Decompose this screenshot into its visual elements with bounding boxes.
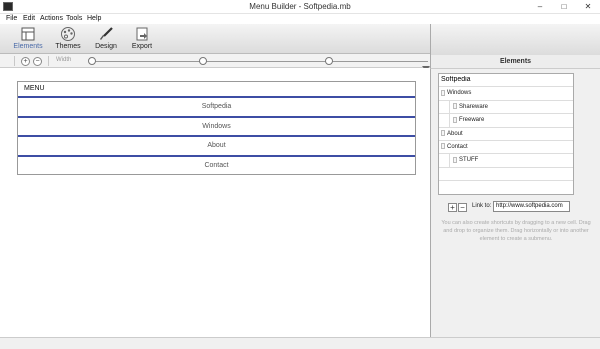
tree-item-label: Freeware <box>459 117 485 124</box>
close-button[interactable]: ✕ <box>576 0 600 13</box>
maximize-button[interactable]: □ <box>552 0 576 13</box>
title-bar: Menu Builder - Softpedia.mb – □ ✕ <box>0 0 600 14</box>
slider-knob-right[interactable] <box>325 57 333 65</box>
nesting-line <box>449 114 450 127</box>
ribbon-export-button[interactable]: Export <box>125 25 159 53</box>
drag-handle-icon[interactable] <box>441 129 445 136</box>
slider-knob-left[interactable] <box>88 57 96 65</box>
tree-item-windows[interactable]: Windows <box>439 87 573 101</box>
tree-item-label: About <box>447 130 463 137</box>
menu-bar: File Edit Actions Tools Help <box>0 14 600 24</box>
drag-handle-icon[interactable] <box>453 156 457 163</box>
tree-item-label: STUFF <box>459 157 479 164</box>
window-title: Menu Builder - Softpedia.mb <box>249 2 351 11</box>
help-text: You can also create shortcuts by draggin… <box>441 220 591 242</box>
remove-element-button[interactable]: − <box>458 203 467 212</box>
ribbon-elements-label: Elements <box>13 43 43 50</box>
link-label: Link to: <box>472 203 492 209</box>
nesting-line <box>449 154 450 167</box>
tree-item-freeware[interactable]: Freeware <box>439 114 573 128</box>
tree-item-label: Contact <box>447 143 468 150</box>
tree-item-contact[interactable]: Contact <box>439 141 573 155</box>
tree-item-edit-field[interactable] <box>441 76 532 83</box>
menu-help[interactable]: Help <box>87 15 101 22</box>
add-element-button[interactable]: + <box>448 203 457 212</box>
zoom-toolbar: + − Width <box>0 54 430 71</box>
zoom-in-button[interactable]: + <box>21 57 30 66</box>
ribbon-toolbar: Elements Themes Design Export <box>0 24 430 54</box>
right-panel-header <box>430 24 600 55</box>
menu-preview-item[interactable]: Softpedia <box>18 98 415 118</box>
ribbon-themes-button[interactable]: Themes <box>51 25 85 53</box>
width-label: Width <box>56 57 72 63</box>
design-canvas: MENU Softpedia Windows About Contact <box>0 68 430 337</box>
menu-preview: MENU Softpedia Windows About Contact <box>17 81 416 175</box>
export-icon <box>136 27 148 41</box>
elements-panel: Windows Shareware Freeware About Contact… <box>430 69 600 337</box>
menu-file[interactable]: File <box>6 15 17 22</box>
menu-preview-item[interactable]: Windows <box>18 118 415 137</box>
menu-edit[interactable]: Edit <box>23 15 35 22</box>
ribbon-design-button[interactable]: Design <box>89 25 123 53</box>
elements-tree: Windows Shareware Freeware About Contact… <box>438 73 574 195</box>
ribbon-export-label: Export <box>131 43 153 50</box>
ribbon-design-label: Design <box>95 43 117 50</box>
tree-item-about[interactable]: About <box>439 128 573 141</box>
drag-handle-icon[interactable] <box>453 103 457 110</box>
drag-handle-icon[interactable] <box>441 89 445 96</box>
ribbon-elements-button[interactable]: Elements <box>11 25 45 53</box>
minimize-button[interactable]: – <box>528 0 552 13</box>
tree-item-softpedia[interactable] <box>439 74 573 88</box>
drag-handle-icon[interactable] <box>441 143 445 150</box>
menu-preview-item[interactable]: About <box>18 137 415 157</box>
elements-panel-title: Elements <box>430 55 600 69</box>
palette-icon <box>61 27 75 41</box>
tree-item-stuff[interactable]: STUFF <box>439 154 573 168</box>
menu-tools[interactable]: Tools <box>66 15 82 22</box>
menu-actions[interactable]: Actions <box>40 15 63 22</box>
elements-grid-icon <box>21 27 35 41</box>
menu-preview-item[interactable]: Contact <box>18 157 415 177</box>
ribbon-themes-label: Themes <box>55 43 81 50</box>
link-bar: + − Link to: http://www.softpedia.com <box>448 201 578 213</box>
tree-item-label: Shareware <box>459 103 489 110</box>
drag-handle-icon[interactable] <box>453 116 457 123</box>
brush-icon <box>100 27 113 40</box>
tree-item-label: Windows <box>447 90 472 97</box>
zoom-out-button[interactable]: − <box>33 57 42 66</box>
menu-preview-title[interactable]: MENU <box>18 82 415 98</box>
toolbar-divider <box>14 56 15 66</box>
toolbar-divider <box>48 56 49 66</box>
width-slider-track[interactable] <box>90 61 428 62</box>
link-url-input[interactable]: http://www.softpedia.com <box>493 201 570 212</box>
nesting-line <box>449 100 450 114</box>
status-bar <box>0 337 600 349</box>
tree-item-shareware[interactable]: Shareware <box>439 100 573 115</box>
tree-empty-row[interactable] <box>439 168 573 182</box>
slider-knob-middle[interactable] <box>199 57 207 65</box>
